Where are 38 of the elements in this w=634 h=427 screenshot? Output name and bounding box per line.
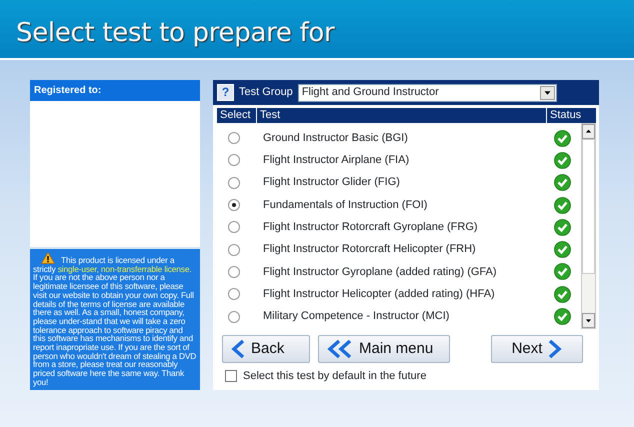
test-name: Flight Instructor Gyroplane (added rating) (GFA) [263, 264, 498, 280]
test-name: Flight Instructor Rotorcraft Helicopter (FRH) [263, 242, 477, 258]
test-name: Flight Instructor Rotorcraft Gyroplane (FRG) [263, 220, 479, 236]
scrollbar[interactable] [581, 123, 596, 329]
radio-button[interactable] [228, 176, 240, 189]
test-name: Flight Instructor Helicopter (added rating) (HFA) [263, 286, 496, 302]
warning-icon [41, 252, 55, 264]
radio-button[interactable] [228, 221, 240, 234]
default-checkbox-label: Select this test by default in the future [243, 369, 426, 384]
test-group-label: Test Group [239, 85, 293, 100]
column-header: Select [217, 108, 257, 123]
radio-button[interactable] [228, 244, 240, 256]
test-group-dropdown[interactable]: Flight and Ground Instructor [298, 84, 557, 102]
back-button[interactable]: Back [222, 335, 310, 363]
radio-button[interactable] [228, 266, 240, 278]
column-header: Status [549, 108, 582, 123]
scroll-thumb[interactable] [582, 139, 595, 274]
scroll-down-icon[interactable] [582, 313, 595, 328]
test-name: Military Competence - Instructor (MCI) [263, 309, 450, 324]
scroll-up-icon[interactable] [582, 124, 595, 139]
radio-button[interactable] [228, 154, 240, 166]
help-button[interactable]: ? [217, 84, 234, 101]
registration-heading: Registered to: [30, 80, 200, 101]
next-button[interactable]: Next [491, 335, 583, 363]
radio-button[interactable] [228, 288, 240, 300]
test-name: Flight Instructor Airplane (FIA) [263, 153, 410, 168]
column-header: Test [257, 108, 547, 123]
default-checkbox[interactable] [225, 370, 237, 382]
test-name: Fundamentals of Instruction (FOI) [263, 198, 428, 213]
main-menu-button[interactable]: Main menu [318, 335, 450, 363]
radio-button[interactable] [228, 132, 240, 144]
double-left-arrow-icon [327, 339, 353, 359]
license-notice-text: This product is licensed under a strictly single-user, non-transferrable license. If you are not the above person nor a legitimate licensee of this software, please visit our website to obtain your own copy. Full details of the terms of license are available there as well. As a small, honest company, please under-stand that we will take a zero tolerance approach to software piracy and this software has mechanisms to identify and report inapropriate use. If you are the sort of person who wouldn't dream of stealing a DVD from a store, please treat our reasonably priced software here the same way. Thank you! [33, 252, 197, 387]
radio-button[interactable] [228, 310, 240, 323]
radio-button[interactable] [228, 199, 240, 212]
test-name: Flight Instructor Glider (FIG) [263, 175, 401, 190]
page-title: Select test to prepare for [16, 18, 334, 48]
test-name: Ground Instructor Basic (BGI) [263, 130, 409, 146]
